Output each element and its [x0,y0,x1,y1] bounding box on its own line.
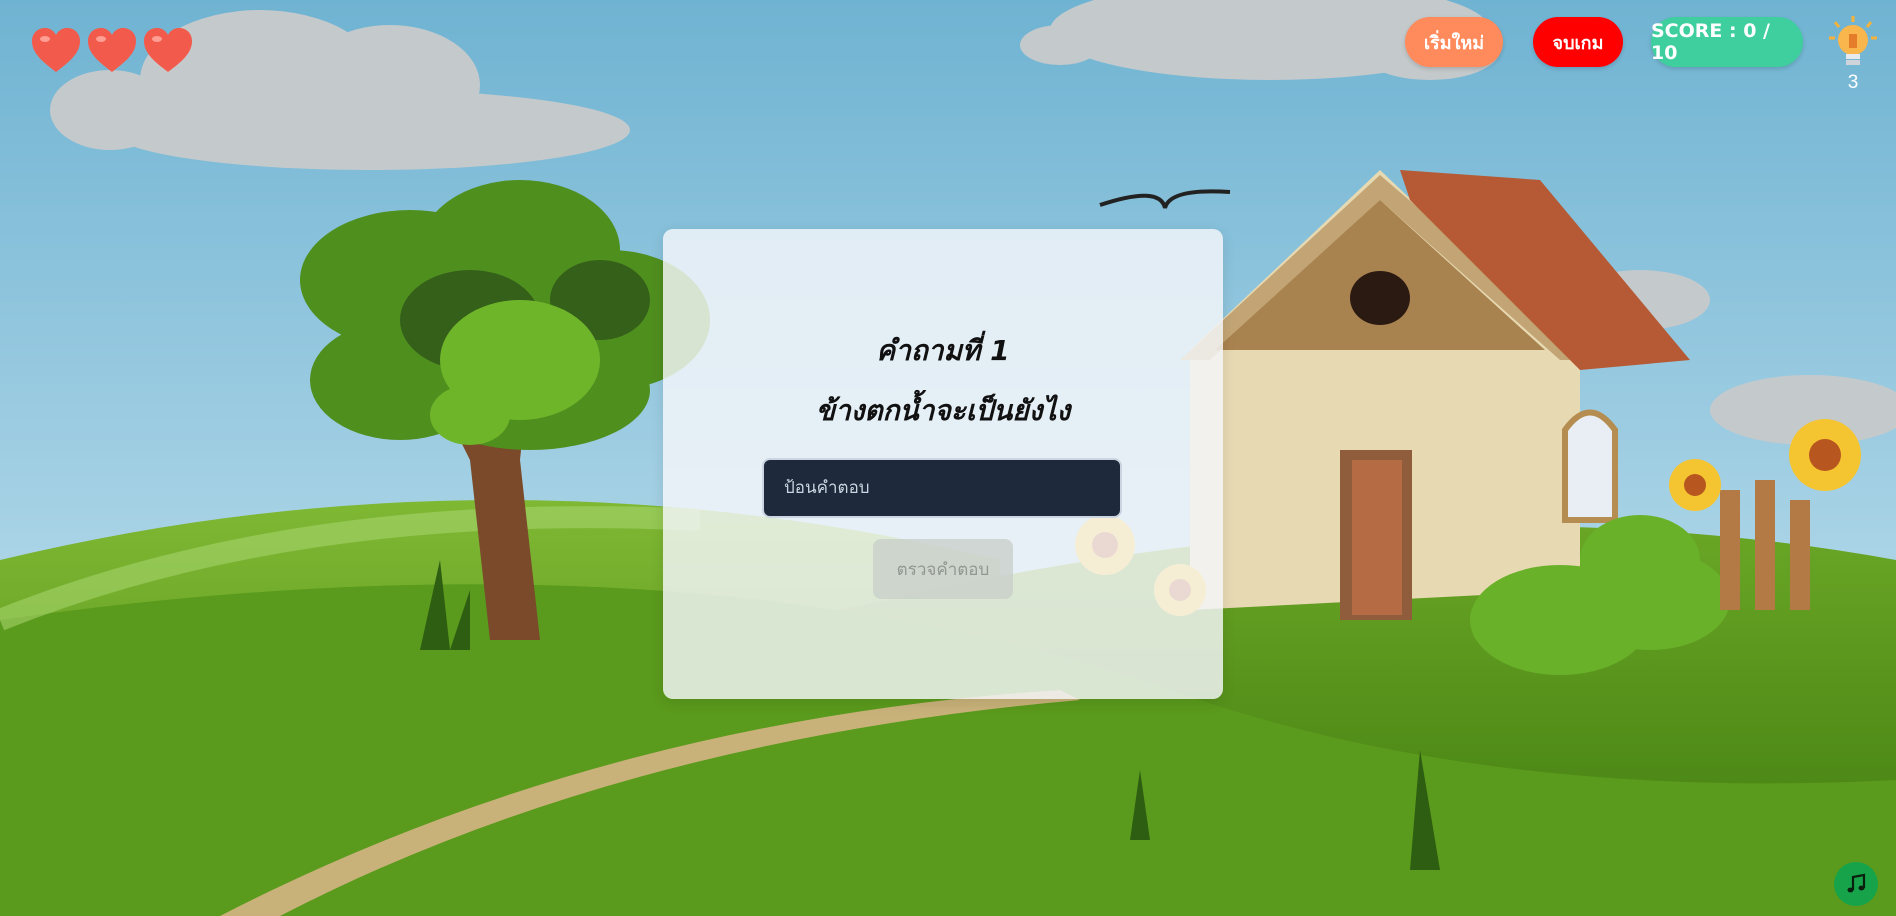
question-text: ข้างตกน้ำจะเป็นยังไง [815,394,1071,427]
check-answer-button[interactable]: ตรวจคำตอบ [873,539,1013,599]
end-game-button[interactable]: จบเกม [1533,17,1623,67]
heart-icon [32,28,80,72]
score-display: SCORE : 0 / 10 [1651,17,1803,67]
restart-button[interactable]: เริ่มใหม่ [1405,17,1503,67]
music-toggle-button[interactable] [1834,862,1878,906]
heart-icon [88,28,136,72]
answer-input[interactable] [762,458,1122,518]
lives [30,26,194,76]
heart-icon [144,28,192,72]
question-card: คำถามที่ 1 ข้างตกน้ำจะเป็นยังไง ตรวจคำตอ… [663,229,1223,699]
hint-count: 3 [1847,72,1859,93]
music-note-icon [1847,873,1866,893]
question-number: คำถามที่ 1 [876,334,1010,367]
